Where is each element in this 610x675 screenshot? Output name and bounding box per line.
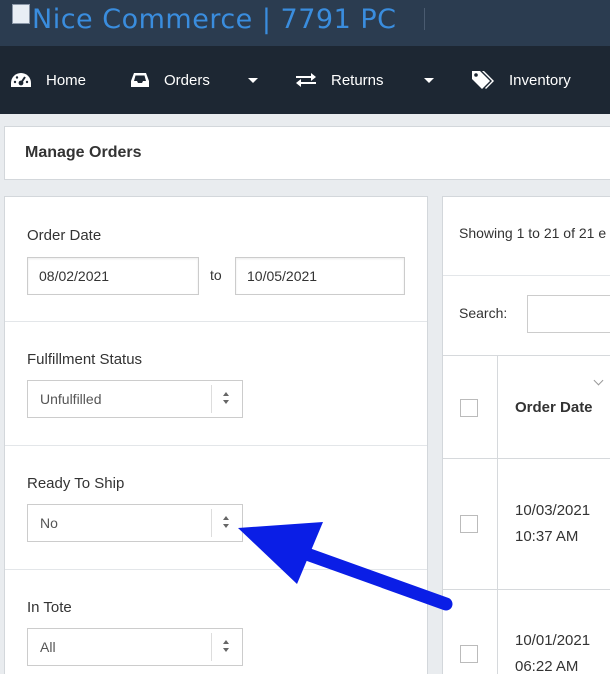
- exchange-arrows-icon: [296, 73, 316, 87]
- order-time-cell: 10:37 AM: [515, 528, 579, 545]
- manage-orders-panel: Manage Orders: [4, 126, 610, 180]
- order-date-from-input[interactable]: 08/02/2021: [27, 257, 199, 295]
- divider: [443, 275, 610, 276]
- filter-panel: Order Date 08/02/2021 to 10/05/2021 Fulf…: [4, 196, 428, 674]
- order-date-filter: Order Date 08/02/2021 to 10/05/2021: [5, 197, 427, 322]
- select-updown-icon: [211, 633, 242, 661]
- brand-logo[interactable]: Nice Commerce | 7791 PC: [12, 3, 397, 35]
- row-divider: [443, 589, 610, 590]
- fulfillment-status-value: Unfulfilled: [40, 391, 102, 407]
- order-date-from-value: 08/02/2021: [39, 268, 110, 284]
- nav-orders-label: Orders: [164, 71, 210, 89]
- in-tote-label: In Tote: [27, 599, 72, 616]
- row-checkbox[interactable]: [460, 515, 478, 533]
- table-info-text: Showing 1 to 21 of 21 e: [459, 225, 607, 241]
- in-tote-filter: In Tote All: [5, 570, 427, 675]
- ready-to-ship-select[interactable]: No: [27, 504, 243, 542]
- nav-home-label: Home: [46, 71, 87, 89]
- broken-image-icon: [12, 3, 30, 24]
- main-nav: Home Orders Returns Inventory: [0, 46, 610, 114]
- brand-title: Nice Commerce | 7791 PC: [32, 4, 397, 35]
- nav-inventory[interactable]: Inventory: [471, 46, 571, 114]
- top-header-bar: Nice Commerce | 7791 PC: [0, 0, 610, 46]
- nav-home[interactable]: Home: [10, 46, 86, 114]
- tags-icon: [472, 71, 494, 89]
- select-updown-icon: [211, 509, 242, 537]
- table-row: 10/01/2021 06:22 AM: [515, 628, 590, 674]
- order-date-label: Order Date: [27, 227, 102, 244]
- page-title: Manage Orders: [25, 144, 142, 161]
- ready-to-ship-filter: Ready To Ship No: [5, 446, 427, 570]
- table-row: 10/03/2021 10:37 AM: [515, 498, 590, 550]
- orders-caret-down-icon[interactable]: [248, 78, 258, 83]
- nav-inventory-label: Inventory: [509, 71, 571, 89]
- nav-orders[interactable]: Orders: [130, 46, 210, 114]
- header-divider: [424, 8, 425, 30]
- fulfillment-status-label: Fulfillment Status: [27, 351, 143, 368]
- date-range-to-label: to: [210, 267, 222, 283]
- column-divider: [497, 355, 498, 674]
- nav-returns[interactable]: Returns: [295, 46, 384, 114]
- orders-table-panel: Showing 1 to 21 of 21 e Search: Order Da…: [442, 196, 610, 674]
- row-checkbox[interactable]: [460, 645, 478, 663]
- select-all-checkbox[interactable]: [460, 399, 478, 417]
- in-tote-value: All: [40, 639, 56, 655]
- order-date-to-value: 10/05/2021: [247, 268, 318, 284]
- order-date-to-input[interactable]: 10/05/2021: [235, 257, 405, 295]
- ready-to-ship-label: Ready To Ship: [27, 475, 125, 492]
- order-time-cell: 06:22 AM: [515, 658, 579, 674]
- order-date-cell: 10/03/2021: [515, 502, 591, 519]
- order-date-cell: 10/01/2021: [515, 632, 591, 649]
- fulfillment-status-filter: Fulfillment Status Unfulfilled: [5, 322, 427, 446]
- select-updown-icon: [211, 385, 242, 413]
- nav-returns-label: Returns: [331, 71, 384, 89]
- inbox-tray-icon: [131, 73, 149, 87]
- dashboard-icon: [11, 73, 31, 87]
- ready-to-ship-value: No: [40, 515, 58, 531]
- in-tote-select[interactable]: All: [27, 628, 243, 666]
- returns-caret-down-icon[interactable]: [424, 78, 434, 83]
- search-label: Search:: [459, 305, 508, 321]
- search-input[interactable]: [527, 295, 610, 333]
- fulfillment-status-select[interactable]: Unfulfilled: [27, 380, 243, 418]
- column-header-order-date[interactable]: Order Date: [515, 399, 593, 416]
